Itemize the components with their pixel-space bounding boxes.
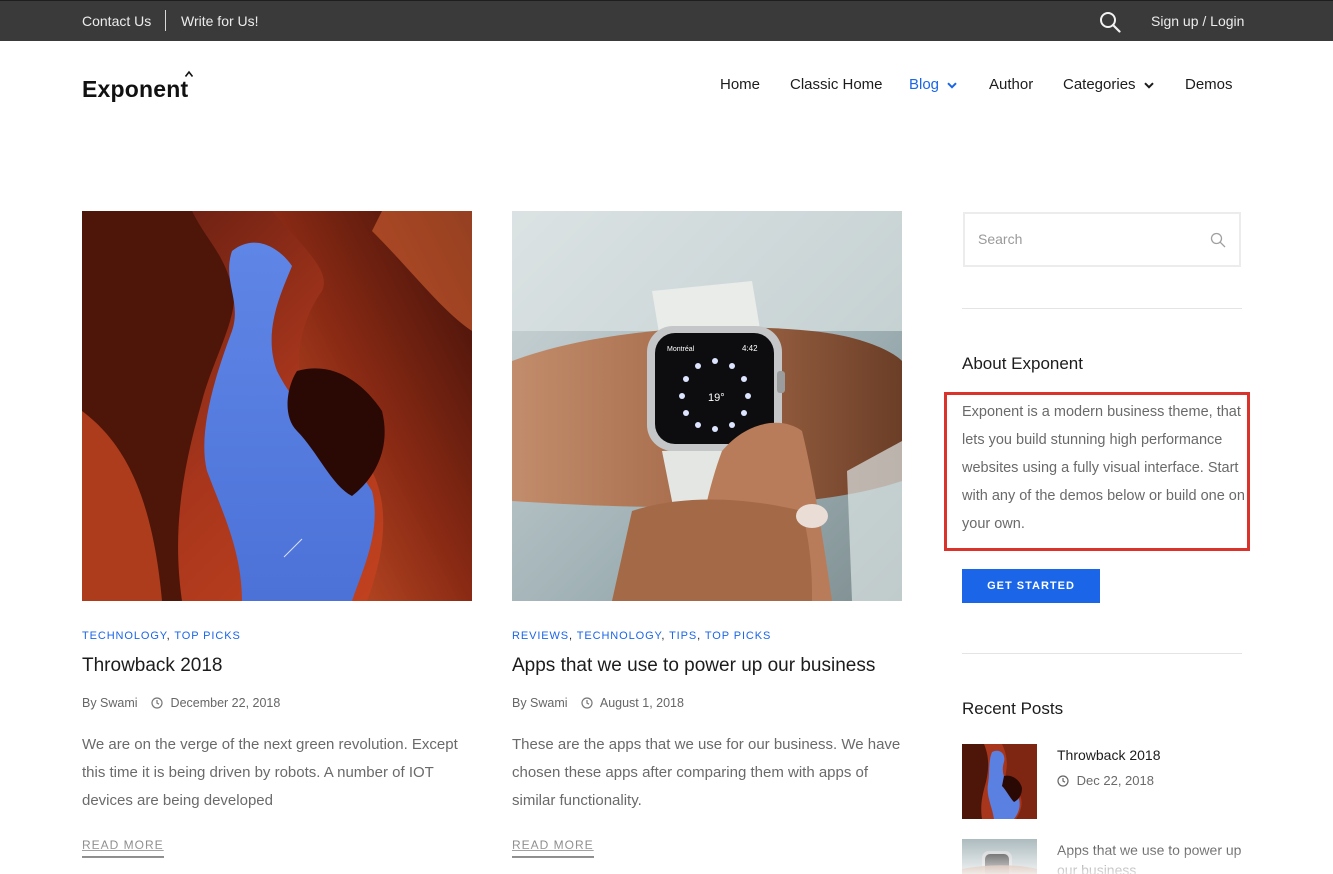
get-started-button[interactable]: GET STARTED [962, 569, 1100, 603]
post-meta: By Swami December 22, 2018 [82, 696, 280, 710]
category-link[interactable]: TOP PICKS [174, 630, 240, 642]
nav-home[interactable]: Home [720, 76, 760, 93]
category-link[interactable]: REVIEWS [512, 630, 569, 642]
nav-classic-home[interactable]: Classic Home [790, 76, 883, 93]
watch-city: Montréal [667, 346, 695, 353]
search-icon[interactable] [1210, 232, 1226, 248]
recent-post-title[interactable]: Apps that we use to power up our busines… [1057, 840, 1242, 874]
clock-icon [581, 697, 593, 709]
post-meta: By Swami August 1, 2018 [512, 696, 684, 710]
clock-icon [1057, 775, 1069, 787]
post-excerpt: We are on the verge of the next green re… [82, 736, 458, 809]
nav-blog[interactable]: Blog [909, 76, 957, 93]
post-image-canyon[interactable] [82, 211, 472, 601]
post-author[interactable]: By Swami [512, 696, 568, 710]
chevron-down-icon [1143, 82, 1154, 89]
watch-thumb [962, 839, 1037, 874]
post-excerpt: These are the apps that we use for our b… [512, 736, 901, 809]
post-categories: REVIEWS, TECHNOLOGY, TIPS, TOP PICKS [512, 630, 772, 642]
category-link[interactable]: TOP PICKS [705, 630, 771, 642]
recent-date-text: Dec 22, 2018 [1076, 773, 1154, 788]
post-author[interactable]: By Swami [82, 696, 138, 710]
watch-time: 4:42 [742, 344, 758, 353]
post-date: August 1, 2018 [599, 696, 684, 710]
canyon-thumb [962, 744, 1037, 819]
recent-post-thumb[interactable] [962, 744, 1037, 819]
nav-categories[interactable]: Categories [1063, 76, 1154, 93]
highlight-box [944, 392, 1250, 551]
read-more-link[interactable]: READ MORE [82, 838, 164, 858]
divider [962, 308, 1242, 309]
about-title: About Exponent [962, 354, 1083, 373]
post-title[interactable]: Throwback 2018 [82, 655, 222, 677]
recent-posts-title: Recent Posts [962, 699, 1064, 718]
nav-categories-label: Categories [1063, 76, 1136, 93]
search-icon[interactable] [1099, 11, 1121, 33]
chevron-down-icon [947, 82, 957, 89]
nav-blog-label: Blog [909, 76, 940, 93]
main-nav: Home Classic Home Blog Author Categories… [0, 76, 1333, 96]
recent-post-title[interactable]: Throwback 2018 [1057, 745, 1242, 765]
recent-post-date: Dec 22, 2018 [1057, 773, 1154, 788]
clock-icon [151, 697, 163, 709]
contact-us-link[interactable]: Contact Us [82, 13, 151, 29]
sidebar-search [963, 212, 1241, 267]
divider [962, 653, 1242, 654]
post-date: December 22, 2018 [170, 696, 281, 710]
post-categories: TECHNOLOGY, TOP PICKS [82, 630, 241, 642]
category-link[interactable]: TECHNOLOGY [82, 630, 167, 642]
category-link[interactable]: TECHNOLOGY [577, 630, 662, 642]
nav-demos[interactable]: Demos [1185, 76, 1233, 93]
write-for-us-link[interactable]: Write for Us! [181, 13, 259, 29]
top-bar: Contact Us Write for Us! Sign up / Login [0, 0, 1333, 41]
watch-temp: 19° [708, 392, 725, 404]
smartwatch-photo: Montréal 4:42 19° [512, 211, 902, 601]
search-input[interactable] [978, 228, 1198, 250]
recent-post-thumb[interactable] [962, 839, 1037, 874]
topbar-divider [165, 10, 166, 31]
read-more-link[interactable]: READ MORE [512, 838, 594, 858]
nav-author[interactable]: Author [989, 76, 1033, 93]
category-link[interactable]: TIPS [669, 630, 697, 642]
signup-login-link[interactable]: Sign up / Login [1151, 13, 1244, 29]
post-image-watch[interactable]: Montréal 4:42 19° [512, 211, 902, 601]
post-title[interactable]: Apps that we use to power up our busines… [512, 655, 875, 677]
canyon-photo [82, 211, 472, 601]
